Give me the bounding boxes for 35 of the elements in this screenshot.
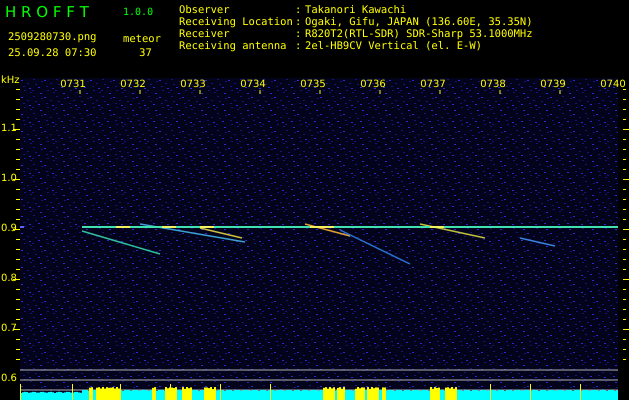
frequency-label: 0.8 [1, 273, 17, 284]
time-label: 0737 [420, 79, 446, 90]
date-time: 25.09.28 07:30 [7, 46, 98, 61]
separator: : [295, 16, 302, 28]
info-label: Receiving Location [179, 16, 294, 28]
info-label: Observer [179, 4, 231, 16]
separator: : [295, 4, 302, 16]
separator: : [295, 40, 302, 52]
frequency-label: 1.0 [1, 173, 17, 184]
time-label: 0739 [540, 79, 566, 90]
unit-label: kHz [1, 75, 20, 86]
time-label: 0738 [480, 79, 506, 90]
info-value: 2el-HB9CV Vertical (el. E-W) [305, 40, 484, 52]
time-label: 0734 [240, 79, 266, 90]
info-label: Receiver [179, 28, 231, 40]
info-value: Ogaki, Gifu, JAPAN (136.60E, 35.35N) [305, 16, 533, 28]
time-label: 0735 [300, 79, 326, 90]
meteor-count: 37 [138, 46, 153, 61]
app-title: H R O F F T [5, 3, 90, 23]
info-value: R820T2(RTL-SDR) SDR-Sharp 53.1000MHz [305, 28, 533, 40]
frequency-label: 0.6 [1, 373, 17, 384]
info-label: Receiving antenna [179, 40, 288, 52]
frequency-label: 0.9 [1, 223, 17, 234]
info-value: Takanori Kawachi [305, 4, 408, 16]
meteor-label: meteor [123, 33, 162, 45]
time-label: 0736 [360, 79, 386, 90]
time-label: 0732 [120, 79, 146, 90]
time-label: 0740 [600, 79, 626, 90]
frequency-label: 1.1 [1, 123, 17, 134]
separator: : [295, 28, 302, 40]
file-name: 2509280730.png [7, 30, 98, 45]
time-label: 0733 [180, 79, 206, 90]
app-version: 1.0.0 [123, 6, 154, 20]
time-label: 0731 [60, 79, 86, 90]
frequency-label: 0.7 [1, 323, 17, 334]
